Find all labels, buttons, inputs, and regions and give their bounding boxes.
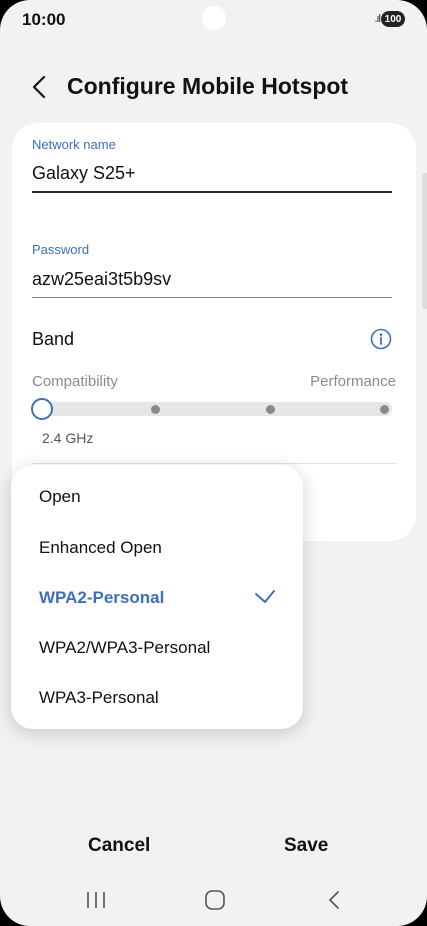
status-bar: 10:00 .ıl 100: [0, 0, 427, 40]
scrollbar[interactable]: [422, 173, 427, 309]
menu-item-wpa2-wpa3-personal[interactable]: WPA2/WPA3-Personal: [39, 638, 210, 658]
network-name-label: Network name: [32, 137, 116, 152]
page-title: Configure Mobile Hotspot: [67, 73, 349, 99]
cancel-button[interactable]: Cancel: [88, 835, 150, 857]
menu-item-enhanced-open[interactable]: Enhanced Open: [39, 538, 162, 558]
phone-screen: 10:00 .ıl 100 Configure Mobile Hotspot N…: [0, 0, 427, 926]
band-label: Band: [32, 329, 75, 349]
status-time: 10:00: [22, 10, 66, 29]
back-arrow-icon[interactable]: [28, 73, 52, 101]
menu-item-open[interactable]: Open: [39, 487, 81, 507]
band-value: 2.4 GHz: [42, 430, 94, 446]
network-name-underline: [32, 191, 392, 193]
security-dropdown-menu: Open Enhanced Open WPA2-Personal WPA2/WP…: [11, 465, 303, 729]
home-icon[interactable]: [203, 888, 227, 912]
band-slider-thumb[interactable]: [31, 398, 53, 420]
band-slider[interactable]: [32, 402, 392, 416]
menu-item-wpa3-personal[interactable]: WPA3-Personal: [39, 688, 159, 708]
slider-step-dot: [380, 405, 389, 414]
performance-label: Performance: [310, 373, 396, 390]
network-name-field[interactable]: Galaxy S25+: [32, 163, 136, 184]
save-button[interactable]: Save: [284, 835, 328, 857]
recent-apps-icon[interactable]: [84, 888, 108, 912]
signal-icon: .ıl: [374, 13, 380, 25]
checkmark-icon: [255, 590, 275, 603]
password-underline: [32, 297, 392, 298]
password-field[interactable]: azw25eai3t5b9sv: [32, 269, 171, 290]
slider-step-dot: [266, 405, 275, 414]
slider-step-dot: [151, 405, 160, 414]
front-camera: [202, 6, 226, 30]
compatibility-label: Compatibility: [32, 373, 118, 390]
back-nav-icon[interactable]: [324, 888, 344, 912]
battery-icon: 100: [381, 11, 405, 27]
password-label: Password: [32, 242, 90, 257]
info-icon[interactable]: [370, 328, 392, 350]
menu-item-wpa2-personal[interactable]: WPA2-Personal: [39, 588, 164, 608]
divider: [32, 463, 396, 464]
